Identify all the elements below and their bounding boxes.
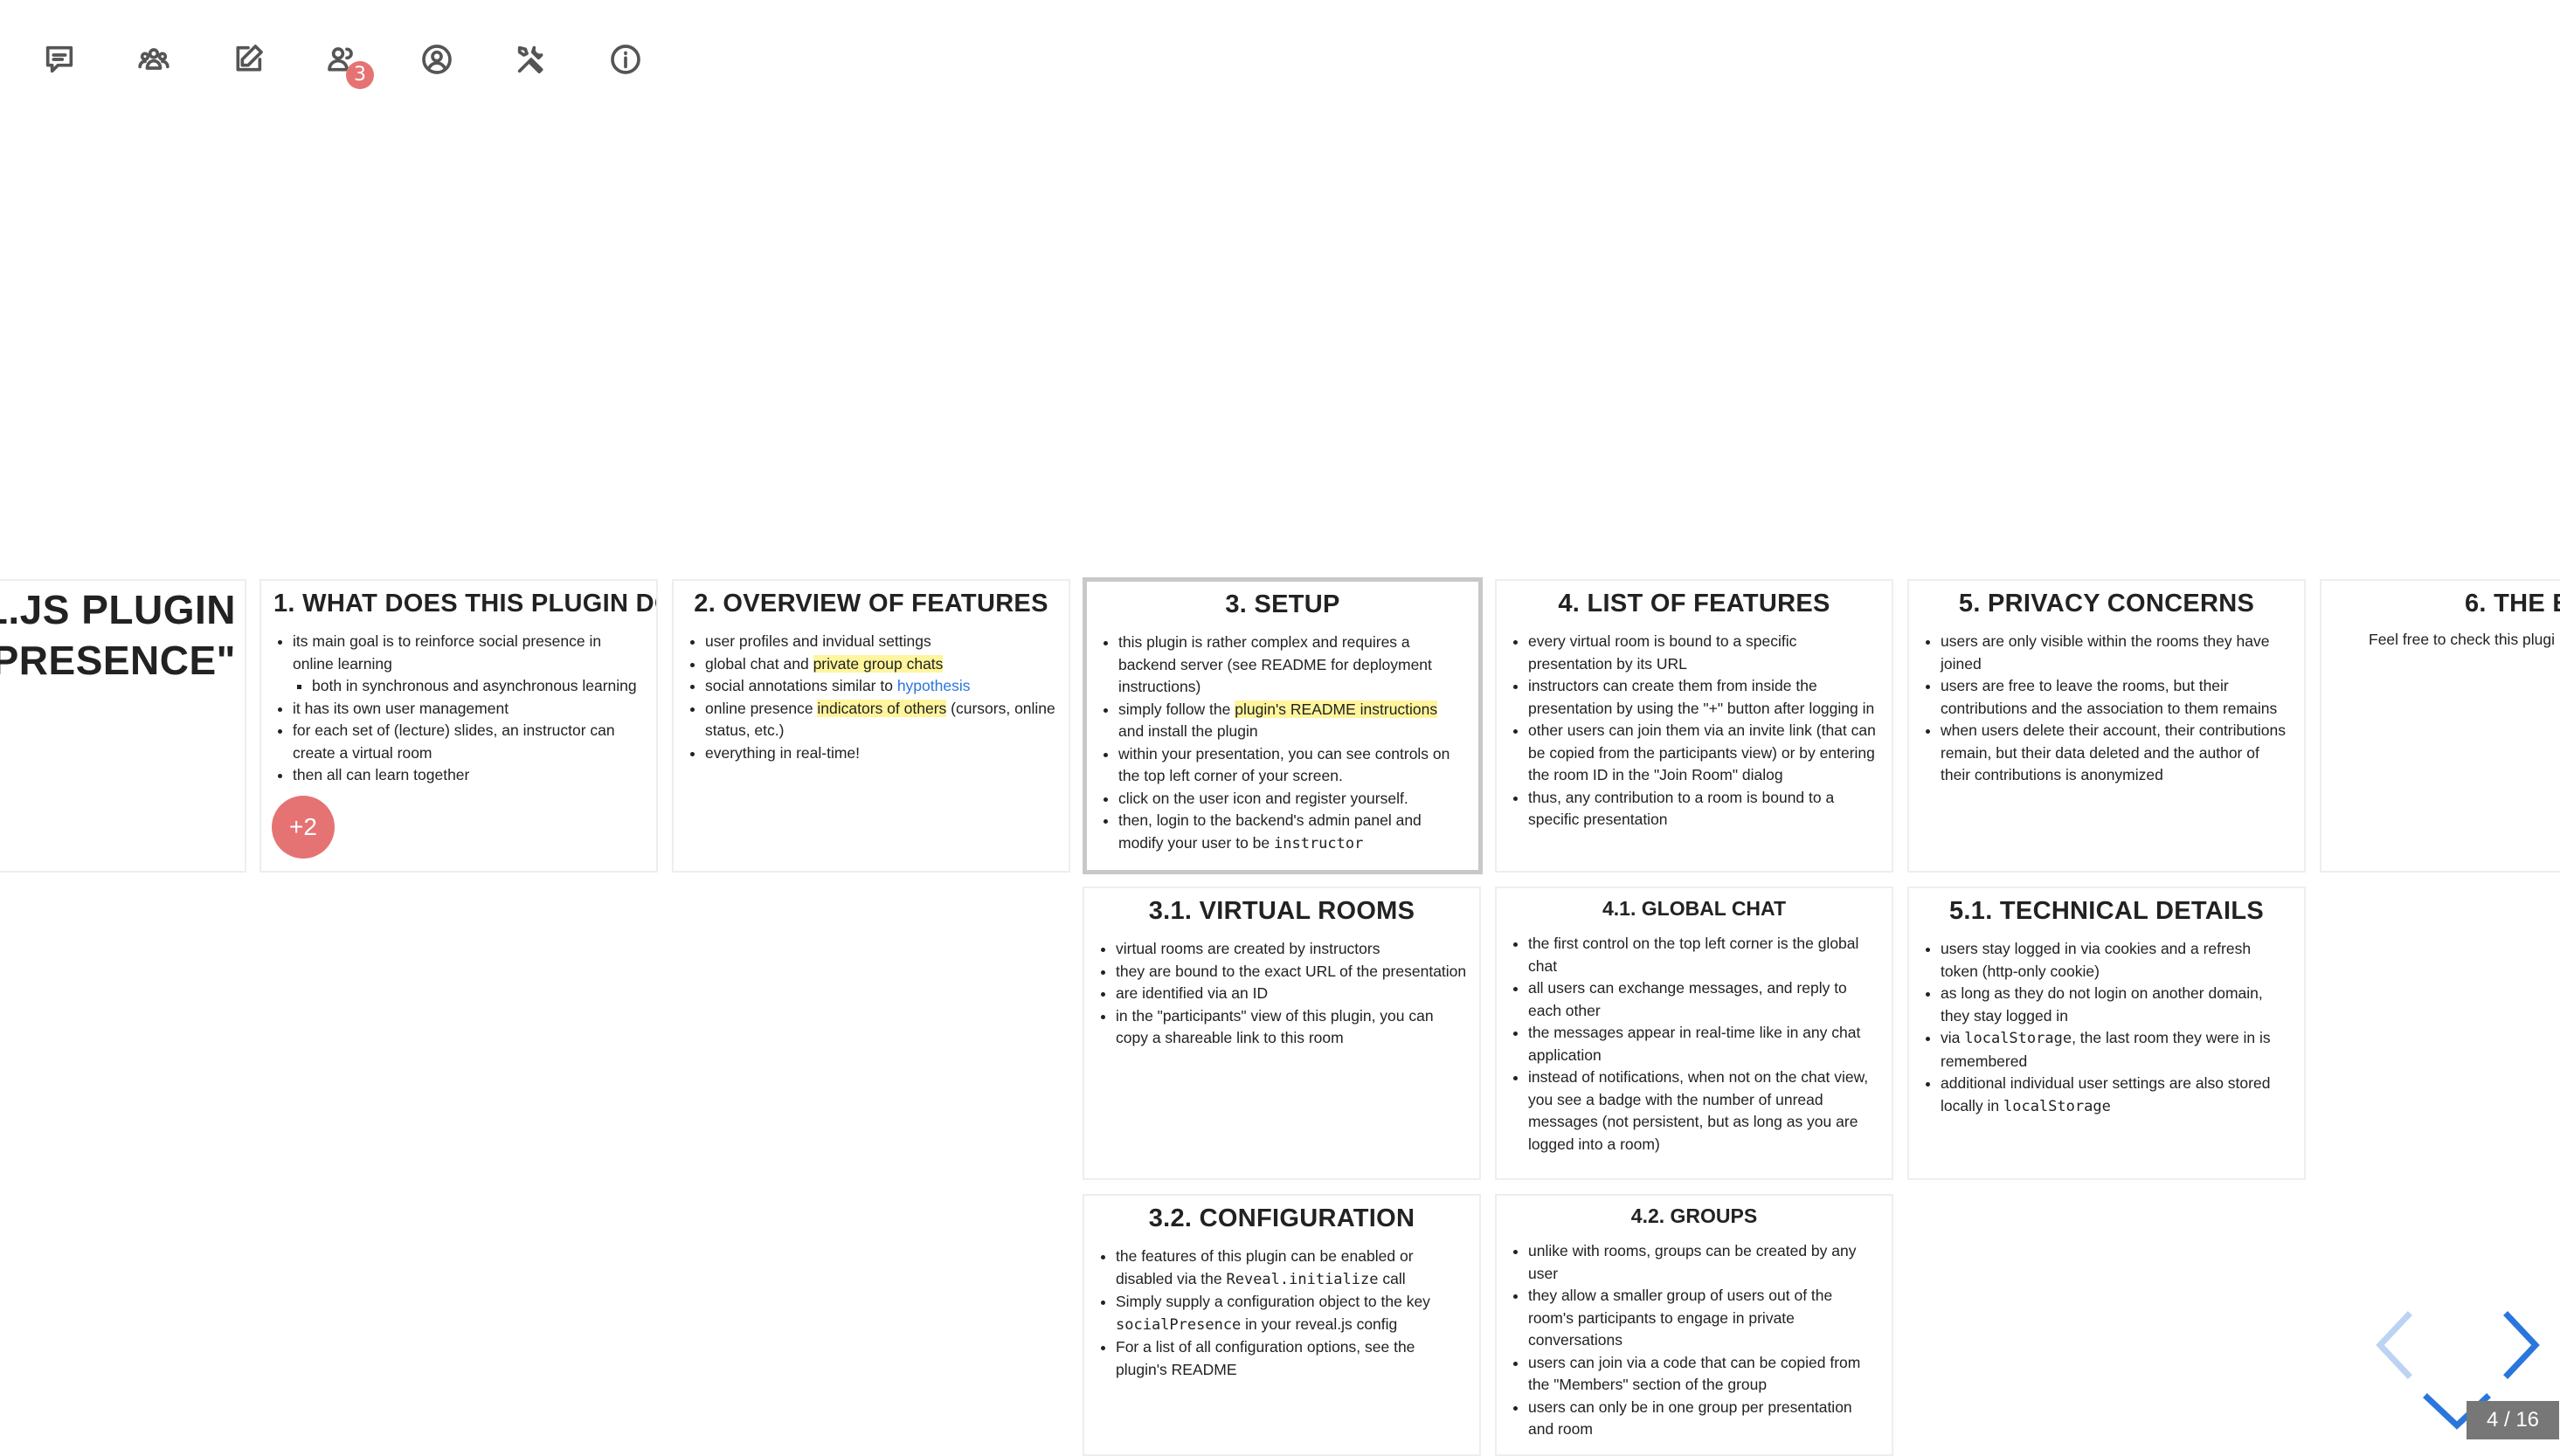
list-item: user profiles and invidual settings xyxy=(705,631,1056,653)
list-item: simply follow the plugin's README instru… xyxy=(1118,699,1466,743)
list-item: its main goal is to reinforce social pre… xyxy=(293,631,644,675)
list-item: within your presentation, you can see co… xyxy=(1118,743,1466,788)
code: socialPresence xyxy=(1116,1315,1242,1334)
slide-4-2-list: unlike with rooms, groups can be created… xyxy=(1509,1240,1879,1441)
slide-2-list: user profiles and invidual settings glob… xyxy=(686,631,1056,764)
list-item: the first control on the top left corner… xyxy=(1528,933,1879,977)
slide-3-title: 3. SETUP xyxy=(1225,590,1340,618)
slide-4-list: every virtual room is bound to a specifi… xyxy=(1509,631,1879,832)
slide-6[interactable]: 6. THE EN Feel free to check this plugi xyxy=(2320,579,2560,873)
slide-1-title: 1. WHAT DOES THIS PLUGIN DO? xyxy=(273,590,658,618)
slide-4-1-list: the first control on the top left corner… xyxy=(1509,933,1879,1156)
list-item: Simply supply a configuration object to … xyxy=(1116,1291,1467,1336)
slide-5-1-list: users stay logged in via cookies and a r… xyxy=(1921,938,2292,1118)
list-item: they allow a smaller group of users out … xyxy=(1528,1285,1879,1352)
list-item: the features of this plugin can be enabl… xyxy=(1116,1246,1467,1291)
list-item: users are free to leave the rooms, but t… xyxy=(1941,675,2292,720)
code: instructor xyxy=(1274,834,1364,852)
list-item: additional individual user settings are … xyxy=(1941,1073,2292,1118)
slide-3-current[interactable]: 3. SETUP this plugin is rather complex a… xyxy=(1083,577,1483,874)
slide-6-text: Feel free to check this plugi xyxy=(2369,631,2556,648)
list-item: the messages appear in real-time like in… xyxy=(1528,1022,1879,1066)
list-item: in the "participants" view of this plugi… xyxy=(1116,1005,1467,1050)
list-item: instructors can create them from inside … xyxy=(1528,675,1879,720)
hypothesis-link[interactable]: hypothesis xyxy=(897,677,971,694)
navigate-left-button[interactable] xyxy=(2373,1310,2417,1384)
list-item: click on the user icon and register your… xyxy=(1118,788,1466,811)
list-item: instead of notifications, when not on th… xyxy=(1528,1066,1879,1156)
slide-number: 4 / 16 xyxy=(2467,1401,2559,1439)
slide-2-title: 2. OVERVIEW OF FEATURES xyxy=(694,590,1048,618)
list-item: users can only be in one group per prese… xyxy=(1528,1397,1879,1441)
slide-3-1-title: 3.1. VIRTUAL ROOMS xyxy=(1148,897,1415,925)
title-line-1: L.JS PLUGIN xyxy=(0,587,236,632)
slide-4-1-title: 4.1. GLOBAL CHAT xyxy=(1602,897,1786,920)
navigate-right-button[interactable] xyxy=(2499,1310,2543,1384)
list-item: they are bound to the exact URL of the p… xyxy=(1116,961,1467,983)
list-item: for each set of (lecture) slides, an ins… xyxy=(293,720,644,764)
list-item: this plugin is rather complex and requir… xyxy=(1118,631,1466,699)
slide-5-1-title: 5.1. TECHNICAL DETAILS xyxy=(1948,897,2264,925)
list-item: when users delete their account, their c… xyxy=(1941,720,2292,787)
list-item: both in synchronous and asynchronous lea… xyxy=(312,675,644,698)
slide-4[interactable]: 4. LIST OF FEATURES every virtual room i… xyxy=(1495,579,1893,873)
list-item: then, login to the backend's admin panel… xyxy=(1118,810,1466,855)
highlight: private group chats xyxy=(813,654,944,673)
list-item: virtual rooms are created by instructors xyxy=(1116,938,1467,961)
code: localStorage xyxy=(2003,1097,2111,1115)
list-item: social annotations similar to hypothesis xyxy=(705,675,1056,698)
list-item: other users can join them via an invite … xyxy=(1528,720,1879,787)
list-item: it has its own user management xyxy=(293,698,644,721)
list-item: users stay logged in via cookies and a r… xyxy=(1941,938,2292,983)
readme-link[interactable]: plugin's README instructions xyxy=(1235,700,1438,718)
slide-3-2[interactable]: 3.2. CONFIGURATION the features of this … xyxy=(1083,1194,1481,1456)
slide-4-title: 4. LIST OF FEATURES xyxy=(1558,590,1830,618)
title-line-2: L PRESENCE" xyxy=(0,638,236,683)
list-item: online presence indicators of others (cu… xyxy=(705,698,1056,742)
list-item: every virtual room is bound to a specifi… xyxy=(1528,631,1879,675)
slide-1-list: its main goal is to reinforce social pre… xyxy=(273,631,644,787)
slide-2[interactable]: 2. OVERVIEW OF FEATURES user profiles an… xyxy=(672,579,1070,873)
slide-3-2-title: 3.2. CONFIGURATION xyxy=(1148,1204,1415,1232)
slide-4-1[interactable]: 4.1. GLOBAL CHAT the first control on th… xyxy=(1495,887,1893,1180)
chevron-left-icon xyxy=(2376,1311,2412,1379)
slide-1[interactable]: 1. WHAT DOES THIS PLUGIN DO? its main go… xyxy=(259,579,658,873)
slide-3-list: this plugin is rather complex and requir… xyxy=(1099,631,1466,855)
list-item: are identified via an ID xyxy=(1116,983,1467,1005)
slide-5-1[interactable]: 5.1. TECHNICAL DETAILS users stay logged… xyxy=(1907,887,2306,1180)
slide-title[interactable]: L.JS PLUGIN L PRESENCE" xyxy=(0,579,246,873)
code: Reveal.initialize xyxy=(1226,1270,1379,1288)
list-item: via localStorage, the last room they wer… xyxy=(1941,1027,2292,1073)
slide-3-2-list: the features of this plugin can be enabl… xyxy=(1097,1246,1467,1381)
list-item: users can join via a code that can be co… xyxy=(1528,1352,1879,1397)
slide-5-list: users are only visible within the rooms … xyxy=(1921,631,2292,787)
list-item: unlike with rooms, groups can be created… xyxy=(1528,1240,1879,1285)
slide-3-1-list: virtual rooms are created by instructors… xyxy=(1097,938,1467,1050)
slide-4-2-title: 4.2. GROUPS xyxy=(1630,1204,1758,1227)
list-item: then all can learn together xyxy=(293,764,644,787)
slide-3-1[interactable]: 3.1. VIRTUAL ROOMS virtual rooms are cre… xyxy=(1083,887,1481,1180)
slide-6-title: 6. THE EN xyxy=(2465,590,2560,618)
chevron-right-icon xyxy=(2503,1311,2540,1379)
list-item: users are only visible within the rooms … xyxy=(1941,631,2292,675)
list-item: global chat and private group chats xyxy=(705,653,1056,676)
list-item: all users can exchange messages, and rep… xyxy=(1528,977,1879,1022)
code: localStorage xyxy=(1964,1030,2072,1047)
slide-5[interactable]: 5. PRIVACY CONCERNS users are only visib… xyxy=(1907,579,2306,873)
highlight: indicators of others xyxy=(817,699,947,717)
list-item: everything in real-time! xyxy=(705,742,1056,765)
list-item: as long as they do not login on another … xyxy=(1941,983,2292,1027)
list-item: For a list of all configuration options,… xyxy=(1116,1336,1467,1381)
more-slides-badge[interactable]: +2 xyxy=(272,796,335,859)
slide-4-2[interactable]: 4.2. GROUPS unlike with rooms, groups ca… xyxy=(1495,1194,1893,1456)
slides-overview: L.JS PLUGIN L PRESENCE" 1. WHAT DOES THI… xyxy=(0,0,2560,1456)
list-item: thus, any contribution to a room is boun… xyxy=(1528,787,1879,832)
slide-5-title: 5. PRIVACY CONCERNS xyxy=(1958,590,2255,618)
